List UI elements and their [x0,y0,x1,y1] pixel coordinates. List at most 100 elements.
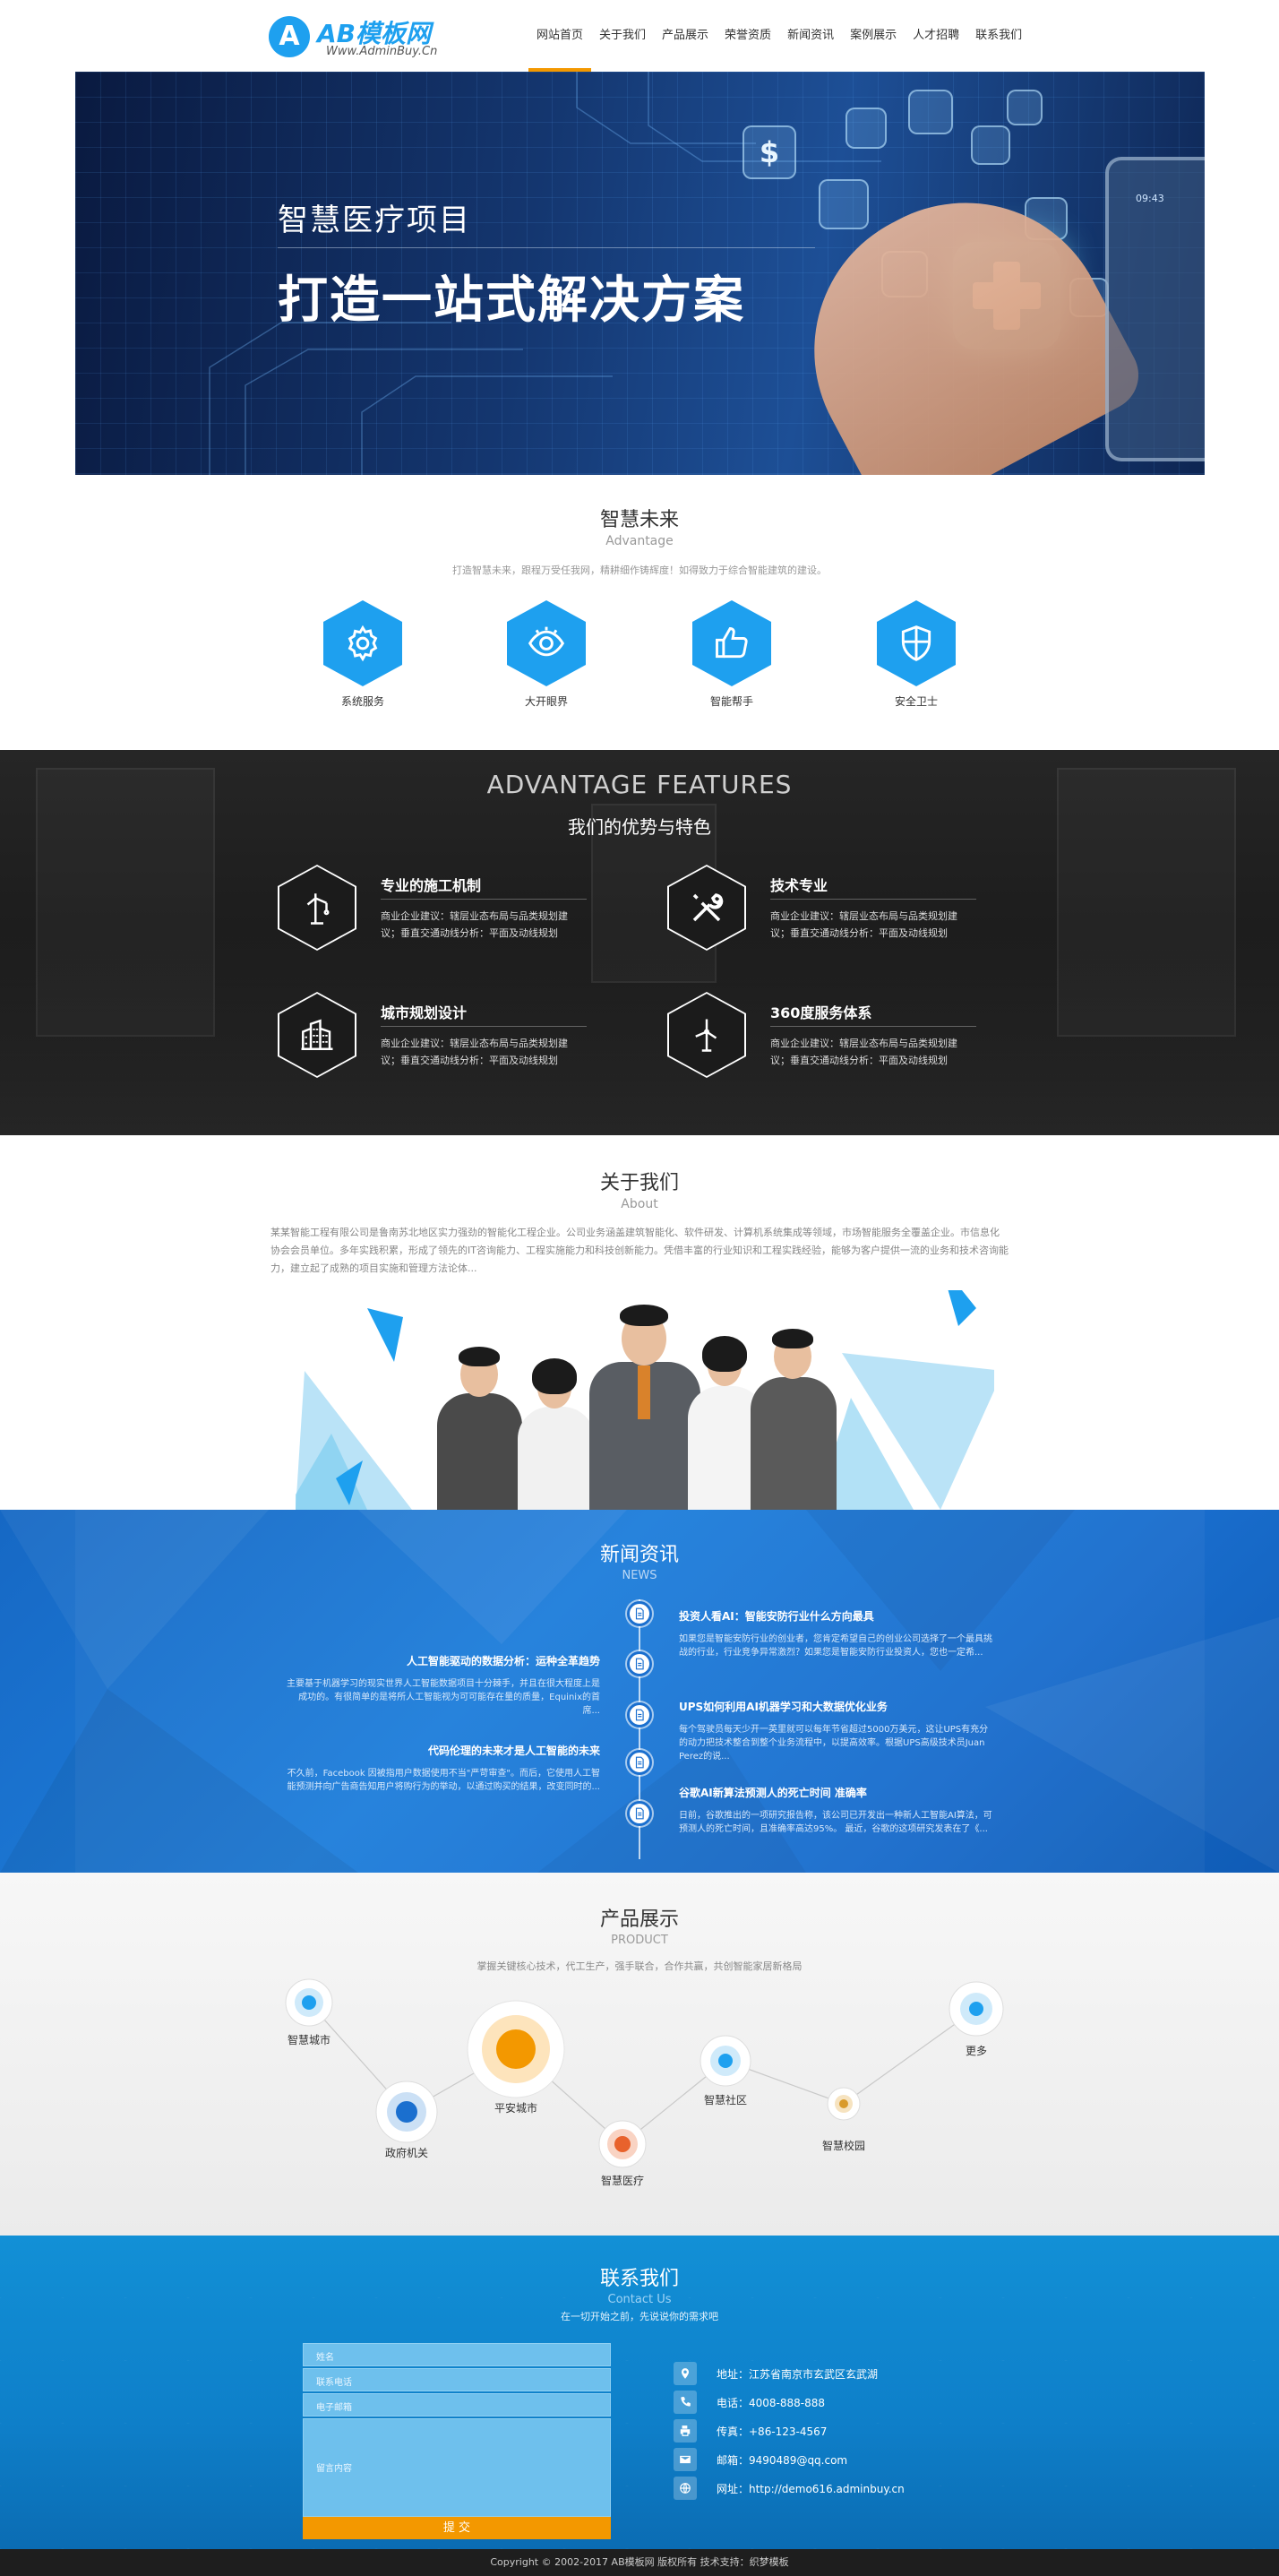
nav-item-contact[interactable]: 联系我们 [967,0,1030,72]
contact-email: 邮箱：9490489@qq.com [674,2445,1032,2474]
feature-item[interactable]: 专业的施工机制 商业企业建议：辖层业态布局与品类规划建议；垂直交通动线分析：平面… [278,865,587,954]
news-item[interactable]: 谷歌AI新算法预测人的死亡时间 准确率 日前，谷歌推出的一项研究报告称，该公司已… [679,1785,992,1836]
news-subtitle: NEWS [622,1569,657,1582]
product-label-smart-campus[interactable]: 智慧校园 [790,2138,897,2153]
product-label-government[interactable]: 政府机关 [353,2145,460,2160]
suit-body [437,1393,522,1510]
document-icon [627,1750,652,1775]
dollar-icon: $ [743,125,796,179]
email-text[interactable]: 邮箱：9490489@qq.com [717,2452,847,2468]
nav-item-products[interactable]: 产品展示 [654,0,717,72]
feature-item[interactable]: 技术专业 商业企业建议：辖层业态布局与品类规划建议；垂直交通动线分析：平面及动线… [667,865,976,954]
feature-description: 商业企业建议：辖层业态布局与品类规划建议；垂直交通动线分析：平面及动线规划 [770,910,957,939]
advantage-item-security[interactable]: 安全卫士 [854,600,979,709]
feature-title: 技术专业 [770,877,828,894]
node-more [949,1981,1004,2037]
news-item-title[interactable]: UPS如何利用AI机器学习和大数据优化业务 [679,1699,992,1714]
nav-item-news[interactable]: 新闻资讯 [779,0,842,72]
crane-icon [279,866,355,949]
hero-banner[interactable]: 智慧医疗项目 打造一站式解决方案 $ 09:43 [75,72,1205,475]
submit-button[interactable]: 提 交 [303,2517,611,2539]
contact-form: 姓名 联系电话 电子邮箱 留言内容 提 交 [303,2343,611,2539]
advantage-item-system-service[interactable]: 系统服务 [300,600,425,709]
hexagon-frame [667,992,746,1078]
message-field[interactable]: 留言内容 [303,2418,611,2517]
advantage-item-vision[interactable]: 大开眼界 [484,600,609,709]
news-item-title[interactable]: 谷歌AI新算法预测人的死亡时间 准确率 [679,1785,992,1800]
news-item-summary: 如果您是智能安防行业的创业者，您肯定希望自己的创业公司选择了一个最具挑战的行业，… [679,1634,992,1658]
phone-illustration: 09:43 [1105,157,1205,461]
contact-title: 联系我们 [599,2268,679,2290]
product-label-smart-community[interactable]: 智慧社区 [672,2092,779,2107]
advantage-heading: 智慧未来 Advantage [0,504,1279,548]
about-text: 某某智能工程有限公司是鲁南苏北地区实力强劲的智能化工程企业。公司业务涵盖建筑智能… [270,1227,1009,1274]
wind-turbine-icon [669,994,744,1076]
feature-divider [381,899,587,900]
tile-decoration [819,179,869,229]
logo[interactable]: A AB模板网 Www.AdminBuy.Cn [269,13,457,61]
team-photo [296,1290,994,1510]
gear-icon [323,600,402,686]
node-smart-city [285,1978,333,2027]
contact-heading: 联系我们 Contact Us [0,2262,1279,2306]
buildings-icon [279,994,355,1076]
feature-title: 城市规划设计 [381,1004,468,1021]
news-item-title[interactable]: 人工智能驱动的数据分析：运种全革趋势 [287,1653,600,1668]
nav-item-cases[interactable]: 案例展示 [842,0,905,72]
web-icon [674,2477,697,2500]
tile-decoration [846,108,887,149]
feature-description: 商业企业建议：辖层业态布局与品类规划建议；垂直交通动线分析：平面及动线规划 [770,1038,957,1066]
news-item-title[interactable]: 投资人看AI：智能安防行业什么方向最具 [679,1608,992,1624]
node-smart-campus [827,2087,861,2121]
advantage-title: 智慧未来 [599,509,679,531]
advantage-description: 打造智慧未来，跟程万受任我网，精耕细作铸辉度！如得致力于综合智能建筑的建设。 [452,564,827,576]
thumbs-up-icon [692,600,771,686]
news-item-summary: 日前，谷歌推出的一项研究报告称，该公司已开发出一种新人工智能AI算法，可预测人的… [679,1811,992,1834]
features-section: ADVANTAGE FEATURES 我们的优势与特色 专业的施工机制 商业企业… [0,750,1279,1135]
product-label-more[interactable]: 更多 [923,2043,1030,2058]
advantage-subtitle: Advantage [605,534,674,548]
main-nav: 网站首页 关于我们 产品展示 荣誉资质 新闻资讯 案例展示 人才招聘 联系我们 [528,0,1030,72]
tile-decoration [1007,90,1043,125]
contact-section: 联系我们 Contact Us 在一切开始之前，先说说你的需求吧 姓名 联系电话… [0,2236,1279,2549]
hexagon-frame [278,865,356,951]
footer-copyright: Copyright © 2002-2017 AB模板网 版权所有 技术支持：织梦… [0,2549,1279,2576]
product-label-smart-city[interactable]: 智慧城市 [255,2032,363,2047]
banner-headline: 智慧医疗项目 [278,202,471,238]
product-label-safe-city[interactable]: 平安城市 [462,2100,570,2115]
feature-item[interactable]: 城市规划设计 商业企业建议：辖层业态布局与品类规划建议；垂直交通动线分析：平面及… [278,992,587,1081]
products-section: 产品展示 PRODUCT 掌握关键核心技术，代工生产，强手联合，合作共赢，共创智… [0,1873,1279,2236]
email-field[interactable]: 电子邮箱 [303,2393,611,2417]
features-title-en: ADVANTAGE FEATURES [486,770,793,799]
website-text[interactable]: 网址：http://demo616.adminbuy.cn [717,2481,905,2496]
advantage-label: 智能帮手 [709,695,753,708]
fax-icon [674,2419,697,2442]
feature-item[interactable]: 360度服务体系 商业企业建议：辖层业态布局与品类规划建议；垂直交通动线分析：平… [667,992,976,1081]
document-icon [627,1702,652,1727]
news-item-summary: 不久前，Facebook 因被指用户数据使用不当"严苛审查"。而后，它使用人工智… [287,1769,600,1792]
nav-item-about[interactable]: 关于我们 [591,0,654,72]
news-item[interactable]: 人工智能驱动的数据分析：运种全革趋势 主要基于机器学习的现实世界人工智能数据项目… [287,1653,600,1718]
location-icon [674,2362,697,2385]
node-smart-community [700,2035,751,2087]
nav-item-honors[interactable]: 荣誉资质 [717,0,779,72]
news-item[interactable]: 投资人看AI：智能安防行业什么方向最具 如果您是智能安防行业的创业者，您肯定希望… [679,1608,992,1659]
advantage-item-smart-helper[interactable]: 智能帮手 [669,600,794,709]
feature-description: 商业企业建议：辖层业态布局与品类规划建议；垂直交通动线分析：平面及动线规划 [381,1038,568,1066]
news-item[interactable]: 代码伦理的未来才是人工智能的未来 不久前，Facebook 因被指用户数据使用不… [287,1743,600,1794]
header: A AB模板网 Www.AdminBuy.Cn 网站首页 关于我们 产品展示 荣… [0,0,1279,72]
phone-text: 电话：4008-888-888 [717,2396,826,2409]
tile-decoration [908,90,953,134]
hair [772,1329,813,1348]
document-icon [627,1601,652,1626]
page: A AB模板网 Www.AdminBuy.Cn 网站首页 关于我们 产品展示 荣… [0,0,1279,2576]
phone-field[interactable]: 联系电话 [303,2368,611,2391]
news-item[interactable]: UPS如何利用AI机器学习和大数据优化业务 每个驾驶员每天少开一英里就可以每年节… [679,1699,992,1763]
nav-item-jobs[interactable]: 人才招聘 [905,0,967,72]
news-item-title[interactable]: 代码伦理的未来才是人工智能的未来 [287,1743,600,1758]
document-icon [627,1801,652,1826]
nav-item-home[interactable]: 网站首页 [528,0,592,72]
name-field[interactable]: 姓名 [303,2343,611,2366]
product-label-smart-medical[interactable]: 智慧医疗 [569,2173,676,2188]
document-icon [627,1651,652,1676]
